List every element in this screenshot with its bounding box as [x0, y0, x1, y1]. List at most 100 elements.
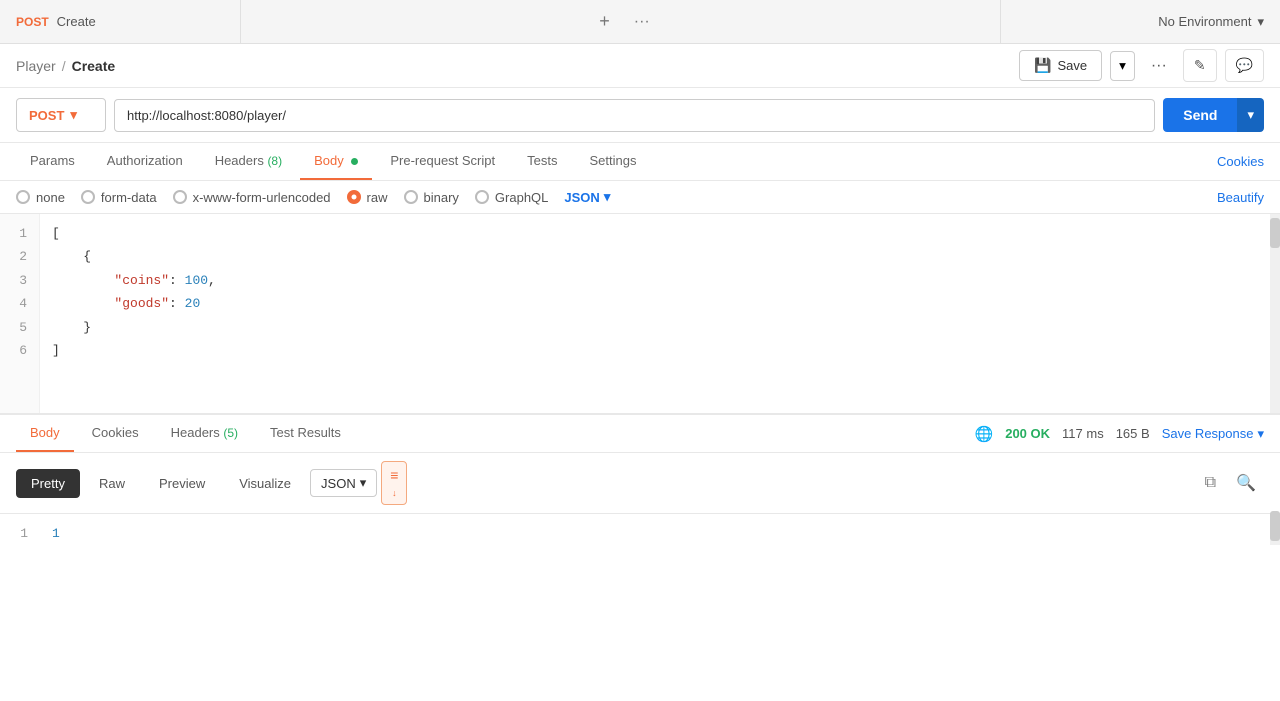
resp-tab-test-results[interactable]: Test Results [256, 415, 355, 452]
option-none[interactable]: none [16, 190, 65, 205]
response-size: 165 B [1116, 426, 1150, 441]
option-urlencoded-label: x-www-form-urlencoded [193, 190, 331, 205]
radio-graphql [475, 190, 489, 204]
view-pretty-button[interactable]: Pretty [16, 469, 80, 498]
method-chevron-icon: ▾ [70, 107, 77, 123]
save-response-button[interactable]: Save Response ▾ [1162, 426, 1264, 442]
response-time: 117 ms [1062, 426, 1104, 441]
breadcrumb-separator: / [62, 58, 66, 74]
option-form-data[interactable]: form-data [81, 190, 157, 205]
response-code-content: 1 [40, 522, 1270, 545]
line-numbers: 1 2 3 4 5 6 [0, 214, 40, 413]
response-scrollbar-thumb [1270, 511, 1280, 541]
breadcrumb-actions: 💾 Save ▾ ··· ✎ 💬 [1019, 49, 1264, 82]
resp-format-chevron-icon: ▾ [360, 475, 367, 491]
edit-icon: ✎ [1194, 57, 1206, 74]
response-section: Body Cookies Headers (5) Test Results 🌐 … [0, 414, 1280, 553]
editor-scrollbar-thumb [1270, 218, 1280, 248]
radio-none [16, 190, 30, 204]
option-raw-label: raw [367, 190, 388, 205]
tab-tests[interactable]: Tests [513, 143, 571, 180]
comment-icon: 💬 [1236, 57, 1253, 74]
send-main-button[interactable]: Send [1163, 98, 1237, 132]
response-format-label: JSON [321, 476, 356, 491]
tab-body[interactable]: Body [300, 143, 372, 180]
option-urlencoded[interactable]: x-www-form-urlencoded [173, 190, 331, 205]
more-options-button[interactable]: ··· [1143, 53, 1175, 79]
top-bar-right: No Environment ▾ [1000, 0, 1280, 43]
tab-authorization[interactable]: Authorization [93, 143, 197, 180]
env-chevron-icon: ▾ [1257, 14, 1264, 30]
url-bar: POST ▾ Send ▾ [0, 88, 1280, 143]
view-raw-button[interactable]: Raw [84, 469, 140, 498]
method-badge: POST [16, 15, 49, 29]
option-graphql[interactable]: GraphQL [475, 190, 548, 205]
save-button[interactable]: 💾 Save [1019, 50, 1102, 81]
option-binary-label: binary [424, 190, 459, 205]
resp-tab-headers[interactable]: Headers (5) [157, 415, 252, 452]
radio-raw [347, 190, 361, 204]
resp-headers-badge: (5) [223, 426, 238, 440]
tab-pre-request-script[interactable]: Pre-request Script [376, 143, 509, 180]
request-title: Create [57, 14, 96, 29]
option-none-label: none [36, 190, 65, 205]
response-code: 1 1 [0, 514, 1280, 553]
format-chevron-icon: ▾ [604, 189, 611, 205]
response-status: 200 OK [1005, 426, 1050, 441]
breadcrumb-current: Create [72, 58, 116, 74]
format-label: JSON [564, 190, 599, 205]
wrap-icon: ≡↓ [390, 467, 398, 499]
comment-button[interactable]: 💬 [1225, 49, 1264, 82]
url-input[interactable] [114, 99, 1155, 132]
resp-tab-body[interactable]: Body [16, 415, 74, 452]
tab-settings[interactable]: Settings [575, 143, 650, 180]
tab-more-button[interactable]: ··· [634, 13, 650, 31]
send-button-group: Send ▾ [1163, 98, 1264, 132]
method-selector[interactable]: POST ▾ [16, 98, 106, 132]
tab-headers[interactable]: Headers (8) [201, 143, 296, 180]
body-dot [351, 158, 358, 165]
edit-button[interactable]: ✎ [1183, 49, 1217, 82]
format-selector[interactable]: JSON ▾ [564, 189, 610, 205]
option-form-data-label: form-data [101, 190, 157, 205]
save-response-label: Save Response [1162, 426, 1254, 441]
response-meta: 🌐 200 OK 117 ms 165 B Save Response ▾ [975, 425, 1264, 443]
copy-response-button[interactable]: ⧉ [1197, 470, 1224, 496]
radio-binary [404, 190, 418, 204]
headers-badge: (8) [267, 154, 282, 168]
copy-icon: ⧉ [1205, 474, 1216, 491]
save-arrow-icon: ▾ [1119, 58, 1126, 73]
response-scrollbar[interactable] [1270, 522, 1280, 545]
search-response-button[interactable]: 🔍 [1228, 469, 1264, 497]
tab-params[interactable]: Params [16, 143, 89, 180]
breadcrumb-parent[interactable]: Player [16, 58, 56, 74]
response-line-numbers: 1 [0, 522, 40, 545]
option-graphql-label: GraphQL [495, 190, 548, 205]
code-content[interactable]: [ { "coins": 100, "goods": 20 } ] [40, 214, 1270, 413]
wrap-button[interactable]: ≡↓ [381, 461, 407, 505]
top-bar-left: POST Create [0, 14, 240, 29]
search-icon: 🔍 [1236, 475, 1256, 492]
request-tabs: Params Authorization Headers (8) Body Pr… [0, 143, 1280, 181]
breadcrumb-bar: Player / Create 💾 Save ▾ ··· ✎ 💬 [0, 44, 1280, 88]
save-response-chevron-icon: ▾ [1257, 426, 1264, 442]
response-line-1: 1 [52, 526, 60, 541]
top-bar: POST Create + ··· No Environment ▾ [0, 0, 1280, 44]
option-binary[interactable]: binary [404, 190, 459, 205]
response-toolbar: Pretty Raw Preview Visualize JSON ▾ ≡↓ ⧉… [0, 453, 1280, 514]
new-tab-button[interactable]: + [591, 11, 618, 32]
option-raw[interactable]: raw [347, 190, 388, 205]
resp-tab-cookies[interactable]: Cookies [78, 415, 153, 452]
code-editor[interactable]: 1 2 3 4 5 6 [ { "coins": 100, "goods": 2… [0, 214, 1280, 414]
method-label: POST [29, 108, 64, 123]
environment-selector[interactable]: No Environment ▾ [1158, 14, 1264, 30]
editor-scrollbar[interactable] [1270, 214, 1280, 413]
view-preview-button[interactable]: Preview [144, 469, 220, 498]
cookies-link[interactable]: Cookies [1217, 144, 1264, 179]
view-visualize-button[interactable]: Visualize [224, 469, 306, 498]
save-dropdown-button[interactable]: ▾ [1110, 51, 1135, 81]
response-tabs-bar: Body Cookies Headers (5) Test Results 🌐 … [0, 415, 1280, 453]
send-dropdown-button[interactable]: ▾ [1237, 98, 1264, 132]
response-format-selector[interactable]: JSON ▾ [310, 469, 377, 497]
beautify-button[interactable]: Beautify [1217, 190, 1264, 205]
